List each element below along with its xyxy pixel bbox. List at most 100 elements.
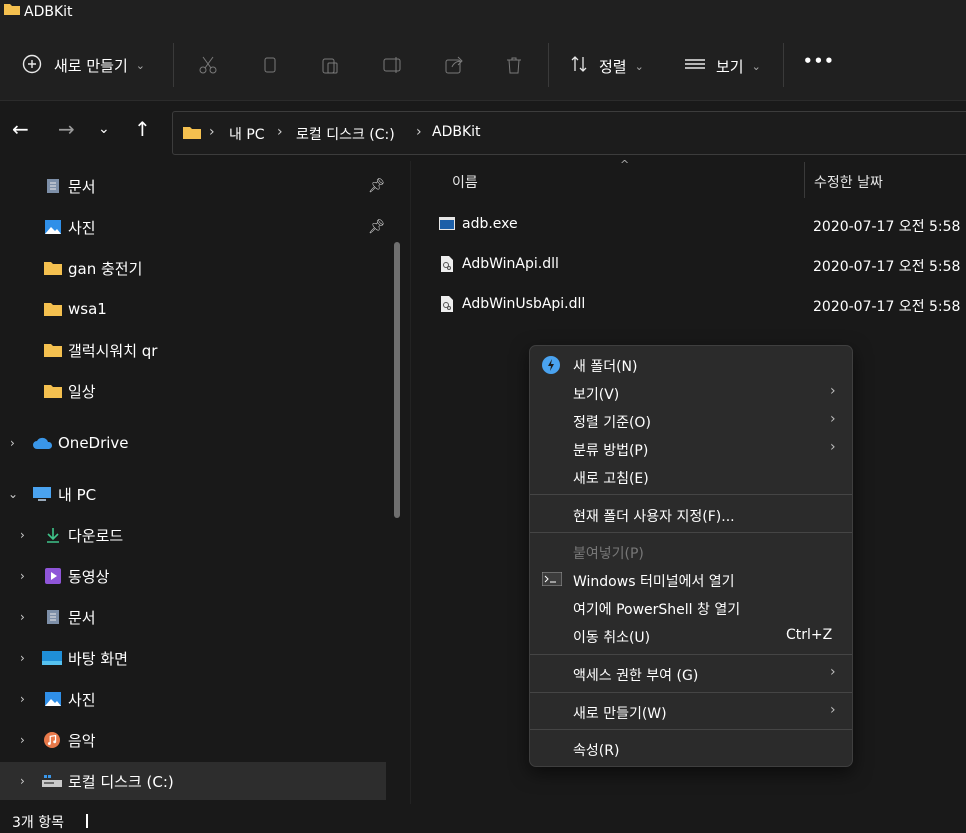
chevron-down-icon: ⌄ [135,59,145,72]
menu-item-open-terminal[interactable]: Windows 터미널에서 열기 [530,566,852,594]
sidebar-item-folder[interactable]: 일상 [0,372,386,410]
menu-item-customize-folder[interactable]: 현재 폴더 사용자 지정(F)... [530,501,852,529]
sidebar-item-folder[interactable]: 갤럭시워치 qr [0,331,386,369]
menu-item-view[interactable]: 보기(V) › [530,379,852,407]
sidebar-item-label: 문서 [68,177,96,196]
sidebar-item-desktop[interactable]: › 바탕 화면 [0,639,386,677]
sort-icon [569,54,589,78]
address-bar[interactable]: › 내 PC › 로컬 디스크 (C:) › ADBKit [172,111,966,155]
chevron-right-icon[interactable]: › [20,774,25,788]
folder-icon [44,262,62,275]
menu-item-label: 새 폴더(N) [573,359,638,375]
sort-ascending-icon: ^ [620,158,630,171]
menu-item-open-powershell[interactable]: 여기에 PowerShell 창 열기 [530,594,852,622]
file-row[interactable]: adb.exe 2020-07-17 오전 5:58 [436,208,966,244]
delete-icon[interactable] [504,55,524,75]
pane-divider[interactable] [410,161,411,804]
column-divider[interactable] [804,162,805,198]
sidebar-item-this-pc[interactable]: ⌄ 내 PC [0,475,386,513]
forward-icon[interactable]: → [58,117,75,141]
menu-item-refresh[interactable]: 새로 고침(E) [530,463,852,491]
menu-item-label: 현재 폴더 사용자 지정(F)... [573,509,735,525]
document-icon [47,610,59,624]
sidebar-item-downloads[interactable]: › 다운로드 [0,516,386,554]
menu-item-new[interactable]: 새로 만들기(W) › [530,698,852,726]
menu-item-sort-by[interactable]: 정렬 기준(O) › [530,407,852,435]
view-button[interactable]: 보기 ⌄ [684,54,761,78]
pin-icon[interactable]: 📌︎ [368,219,386,235]
sidebar-item-label: 로컬 디스크 (C:) [68,772,174,791]
sidebar-item-music[interactable]: › 음악 [0,721,386,759]
menu-item-undo-move[interactable]: 이동 취소(U) Ctrl+Z [530,622,852,650]
sidebar-item-folder[interactable]: gan 충전기 [0,249,386,287]
menu-item-group-by[interactable]: 분류 방법(P) › [530,435,852,463]
sidebar-item-label: 바탕 화면 [68,649,128,668]
chevron-right-icon: › [830,664,836,680]
sidebar-item-label: 일상 [68,382,96,401]
share-icon[interactable] [444,55,464,75]
chevron-right-icon[interactable]: › [20,610,25,624]
chevron-down-icon: ⌄ [634,59,644,73]
menu-item-label: 분류 방법(P) [573,443,649,459]
breadcrumb-adbkit[interactable]: ADBKit [432,124,481,140]
sidebar-item-documents[interactable]: 문서 📌︎ [0,167,386,205]
sidebar-item-videos[interactable]: › 동영상 [0,557,386,595]
file-row[interactable]: AdbWinApi.dll 2020-07-17 오전 5:58 [436,248,966,284]
sort-button[interactable]: 정렬 ⌄ [569,54,644,78]
rename-icon[interactable] [382,55,404,75]
dll-icon [441,296,453,312]
chevron-down-icon[interactable]: ⌄ [8,487,18,501]
toolbar-divider [173,43,174,87]
more-options-button[interactable]: ••• [803,52,835,70]
chevron-right-icon[interactable]: › [20,733,25,747]
terminal-icon [542,572,562,586]
menu-item-paste[interactable]: 붙여넣기(P) [530,538,852,566]
sidebar-item-label: gan 충전기 [68,259,143,278]
music-icon [44,732,60,748]
chevron-right-icon: › [830,383,836,399]
back-icon[interactable]: ← [12,117,29,141]
up-icon[interactable]: ↑ [134,117,151,141]
chevron-right-icon[interactable]: › [20,528,25,542]
menu-separator [530,654,852,655]
pictures-icon [45,692,61,706]
sidebar-item-documents[interactable]: › 문서 [0,598,386,636]
sidebar-item-label: 동영상 [68,567,110,586]
new-button[interactable]: 새로 만들기 ⌄ [22,54,145,77]
folder-icon [183,127,201,139]
sidebar-item-pictures[interactable]: › 사진 [0,680,386,718]
pin-icon[interactable]: 📌︎ [368,178,386,194]
menu-separator [530,532,852,533]
chevron-right-icon[interactable]: › [20,651,25,665]
column-header-date-modified[interactable]: 수정한 날짜 [814,172,883,192]
sidebar-item-label: 사진 [68,218,96,237]
folder-icon [44,344,62,357]
chevron-right-icon[interactable]: › [10,436,15,450]
file-date: 2020-07-17 오전 5:58 [813,259,961,275]
sidebar-item-onedrive[interactable]: › OneDrive [0,424,386,462]
menu-item-new-folder[interactable]: 새 폴더(N) [530,351,852,379]
sidebar-item-local-disk[interactable]: › 로컬 디스크 (C:) [0,762,386,800]
copy-icon[interactable] [260,55,280,75]
menu-item-give-access[interactable]: 액세스 권한 부여 (G) › [530,660,852,688]
paste-icon[interactable] [320,55,340,75]
cut-icon[interactable] [198,55,218,75]
title-bar: ADBKit [0,0,966,30]
file-row[interactable]: AdbWinUsbApi.dll 2020-07-17 오전 5:58 [436,288,966,324]
file-date: 2020-07-17 오전 5:58 [813,219,961,235]
recent-locations-chevron-icon[interactable]: ⌄ [98,121,110,137]
breadcrumb-this-pc[interactable]: 내 PC [229,124,265,144]
breadcrumb-separator: › [277,124,283,140]
sidebar-scrollbar[interactable] [394,242,400,518]
chevron-right-icon[interactable]: › [20,692,25,706]
document-icon [47,179,59,193]
sidebar-item-pictures[interactable]: 사진 📌︎ [0,208,386,246]
sidebar-item-folder[interactable]: wsa1 [0,290,386,328]
address-row: ← → ⌄ ↑ › 내 PC › 로컬 디스크 (C:) › ADBKit [0,101,966,161]
column-header-name[interactable]: 이름 [452,172,478,192]
chevron-right-icon[interactable]: › [20,569,25,583]
breadcrumb-local-disk[interactable]: 로컬 디스크 (C:) [296,124,395,144]
context-menu: 새 폴더(N) 보기(V) › 정렬 기준(O) › 분류 방법(P) › 새로… [529,345,853,767]
menu-item-properties[interactable]: 속성(R) [530,735,852,763]
sidebar-item-label: OneDrive [58,434,129,452]
